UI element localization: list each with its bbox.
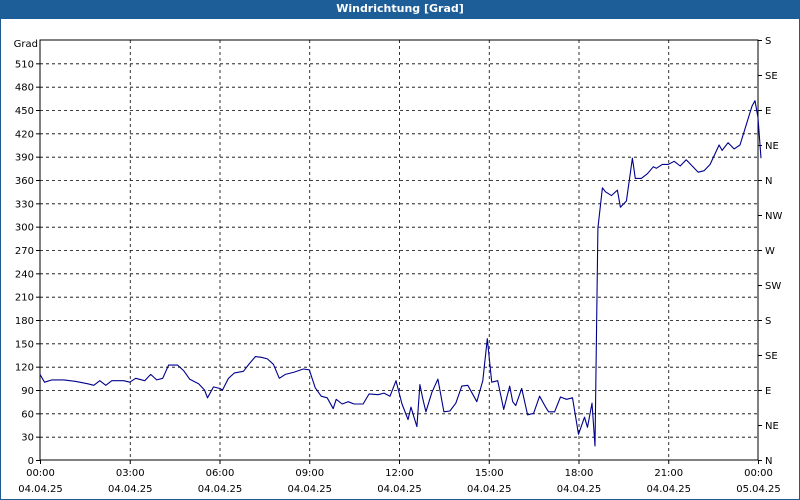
x-tick-date: 04.04.25: [198, 484, 243, 495]
y-tick-label: 90: [21, 386, 34, 397]
axis-layer: [36, 39, 762, 464]
y-tick-label: 330: [15, 199, 34, 210]
y-tick-label: 420: [15, 129, 34, 140]
y-tick-label: 0: [28, 456, 34, 467]
x-tick-date: 04.04.25: [18, 484, 63, 495]
y-axis-label: Grad: [14, 39, 38, 50]
y2-tick-label: SE: [765, 351, 778, 362]
y2-tick-label: NW: [765, 211, 782, 222]
y2-tick-label: SW: [765, 281, 781, 292]
y2-tick-label: NE: [765, 141, 779, 152]
x-tick-time: 15:00: [475, 468, 504, 479]
wind-direction-line: [39, 100, 762, 447]
y-tick-label: 360: [15, 176, 34, 187]
x-tick-date: 04.04.25: [557, 484, 602, 495]
wind-direction-chart: 0 30 60 90 120 150 180 210 240 270 300 330 360 390 420…: [14, 36, 783, 495]
x-tick-date: 05.04.25: [736, 484, 781, 495]
y2-tick-label: E: [765, 106, 771, 117]
x-tick-date: 04.04.25: [377, 484, 422, 495]
x-tick-time: 09:00: [295, 468, 324, 479]
y-tick-label: 510: [15, 59, 34, 70]
x-tick-time: 12:00: [385, 468, 414, 479]
y2-tick-label: N: [765, 176, 772, 187]
x-tick-date: 04.04.25: [287, 484, 332, 495]
grid-layer: [40, 40, 758, 460]
x-tick-date: 04.04.25: [467, 484, 512, 495]
x-tick-time: 21:00: [654, 468, 683, 479]
label-layer: 0 30 60 90 120 150 180 210 240 270 300 330 360 390 420…: [14, 36, 783, 495]
y-tick-label: 480: [15, 83, 34, 94]
y-tick-label: 210: [15, 293, 34, 304]
x-tick-time: 18:00: [565, 468, 594, 479]
y2-tick-label: S: [765, 36, 771, 47]
x-tick-time: 00:00: [26, 468, 55, 479]
y2-tick-label: SE: [765, 71, 778, 82]
x-tick-time: 06:00: [206, 468, 235, 479]
x-tick-date: 04.04.25: [646, 484, 691, 495]
x-tick-time: 03:00: [116, 468, 145, 479]
y-tick-label: 150: [15, 339, 34, 350]
y-tick-label: 450: [15, 106, 34, 117]
y2-tick-label: N: [765, 456, 772, 467]
y2-tick-label: E: [765, 386, 771, 397]
y-tick-label: 300: [15, 223, 34, 234]
y2-tick-label: S: [765, 316, 771, 327]
y-tick-label: 270: [15, 246, 34, 257]
plot-border: [39, 39, 759, 461]
y-tick-label: 240: [15, 269, 34, 280]
series-layer: [39, 100, 762, 447]
x-tick-date: 04.04.25: [108, 484, 153, 495]
x-tick-time: 00:00: [744, 468, 773, 479]
y2-tick-label: W: [765, 246, 775, 257]
y-tick-label: 180: [15, 316, 34, 327]
y2-tick-label: NE: [765, 421, 779, 432]
y-tick-label: 390: [15, 153, 34, 164]
y-tick-label: 120: [15, 363, 34, 374]
y-tick-label: 30: [21, 433, 34, 444]
y-tick-label: 60: [21, 409, 34, 420]
